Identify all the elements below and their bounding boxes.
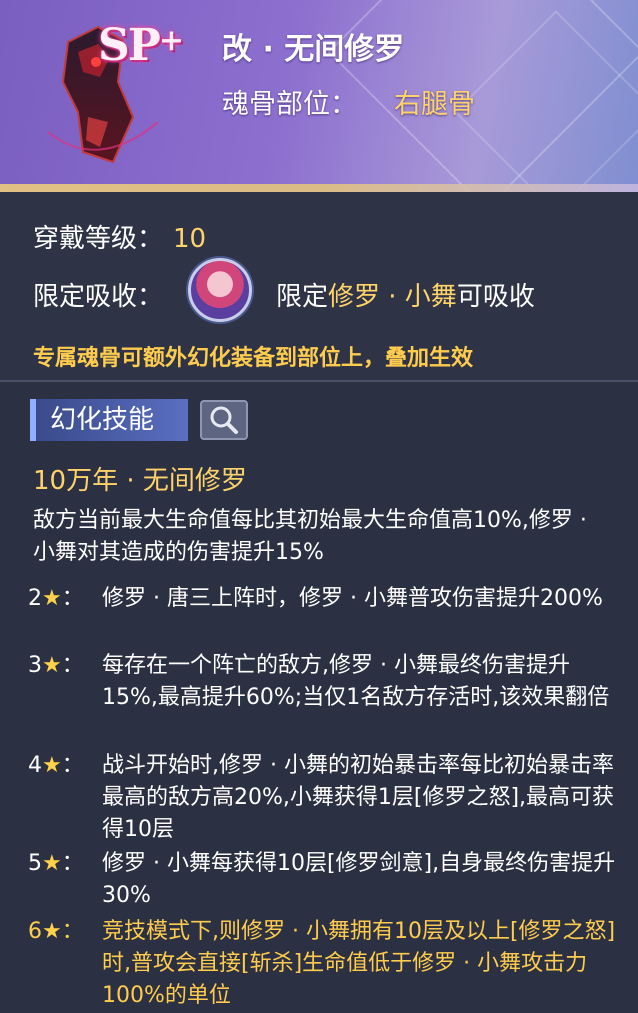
absorb-restriction: 限定修罗 · 小舞可吸收 bbox=[276, 282, 535, 312]
star-icon: ★ bbox=[42, 586, 62, 611]
star-icon: ★ bbox=[42, 653, 62, 678]
star-icon: ★ bbox=[42, 753, 62, 778]
wear-level-row: 穿戴等级： 10 bbox=[33, 218, 206, 255]
magnifier-icon bbox=[210, 406, 238, 434]
skill-description: 敌方当前最大生命值每比其初始最大生命值高10%,修罗 · 小舞对其造成的伤害提升… bbox=[33, 508, 587, 565]
wear-level-value: 10 bbox=[173, 224, 207, 254]
wear-level-label: 穿戴等级： bbox=[33, 224, 164, 254]
character-avatar[interactable] bbox=[188, 258, 252, 322]
sp-plus-badge: SP+ bbox=[98, 20, 184, 71]
item-title: 改 · 无间修罗 bbox=[222, 32, 405, 67]
slot-label: 魂骨部位： bbox=[222, 89, 357, 120]
skill-name: 10万年 · 无间修罗 bbox=[33, 466, 247, 496]
absorb-label: 限定吸收： bbox=[33, 282, 164, 312]
slot-value: 右腿骨 bbox=[394, 89, 475, 120]
star-icon: ★ bbox=[42, 919, 62, 944]
exclusive-note: 专属魂骨可额外幻化装备到部位上，叠加生效 bbox=[33, 346, 474, 371]
tab-phantom-skill[interactable]: 幻化技能 bbox=[30, 399, 188, 441]
star-icon: ★ bbox=[42, 851, 62, 876]
search-button[interactable] bbox=[200, 400, 248, 440]
